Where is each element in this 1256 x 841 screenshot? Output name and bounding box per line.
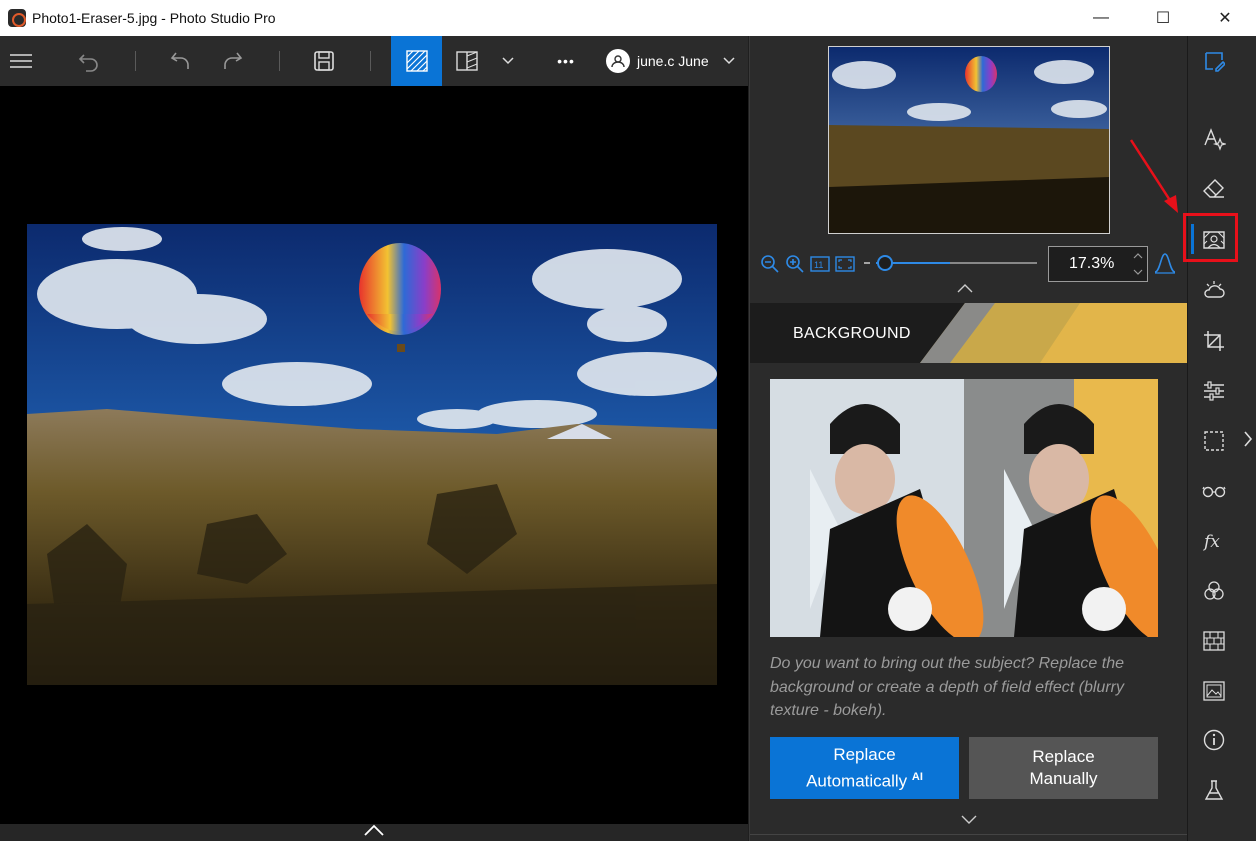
- section-description: Do you want to bring out the subject? Re…: [770, 655, 1124, 719]
- adjust-tool[interactable]: [1201, 378, 1227, 404]
- minimize-button[interactable]: —: [1070, 0, 1132, 36]
- zoom-out-icon[interactable]: [760, 254, 780, 274]
- replace-automatically-button[interactable]: Replace Automatically AI: [770, 737, 959, 799]
- fit-screen-icon[interactable]: [835, 256, 855, 272]
- window-title: Photo1-Eraser-5.jpg - Photo Studio Pro: [32, 10, 276, 26]
- edit-note-icon: [1205, 52, 1225, 72]
- ai-badge: AI: [911, 770, 923, 783]
- filmstrip-toggle[interactable]: [0, 824, 748, 841]
- main-photo: [27, 224, 717, 685]
- app-logo-icon: [8, 9, 26, 27]
- split-view-icon: [456, 51, 478, 71]
- undo-all-button[interactable]: [72, 36, 106, 86]
- text-tool[interactable]: [1201, 126, 1227, 152]
- zoom-controls: 11 17.3%: [750, 242, 1188, 282]
- sliders-icon: [1204, 381, 1224, 401]
- chevron-right-icon: [1244, 431, 1253, 447]
- close-button[interactable]: ✕: [1194, 0, 1256, 36]
- retouch-tool[interactable]: [1201, 478, 1227, 504]
- zoom-slider[interactable]: [862, 254, 1042, 272]
- sky-tool[interactable]: [1201, 277, 1227, 303]
- flask-icon: [1204, 780, 1224, 800]
- background-preview-image: [770, 379, 1158, 637]
- info-icon: [1203, 729, 1225, 751]
- save-icon: [314, 51, 334, 71]
- zoom-in-icon[interactable]: [785, 254, 805, 274]
- hamburger-icon: [10, 54, 32, 68]
- info-tool[interactable]: [1201, 727, 1227, 753]
- background-section-header[interactable]: BACKGROUND: [750, 303, 1188, 363]
- undo-button[interactable]: [163, 36, 197, 86]
- chevron-down-icon: [723, 57, 735, 65]
- chevron-up-icon: [364, 824, 384, 836]
- user-account[interactable]: june.c June: [606, 36, 735, 86]
- split-view-dropdown[interactable]: [497, 36, 519, 86]
- chevron-down-icon[interactable]: [959, 814, 979, 826]
- eraser-icon: [1203, 179, 1224, 198]
- selection-icon: [1204, 431, 1224, 451]
- tools-sidebar: fx: [1187, 36, 1239, 841]
- eraser-tool[interactable]: [1201, 176, 1227, 202]
- expand-panel-handle[interactable]: [1239, 36, 1256, 841]
- selection-tool[interactable]: [1201, 428, 1227, 454]
- redo-icon: [224, 52, 243, 69]
- highlight-box: [1183, 213, 1238, 262]
- image-frame-icon: [1203, 681, 1225, 701]
- actual-size-icon[interactable]: 11: [810, 256, 830, 272]
- color-tool[interactable]: [1201, 578, 1227, 604]
- image-tool[interactable]: [1201, 678, 1227, 704]
- undo-all-icon: [78, 54, 98, 72]
- properties-panel: 11 17.3% BACKGROUND Do you want to bring…: [749, 36, 1188, 841]
- brick-wall-icon: [1203, 631, 1225, 651]
- effects-tool[interactable]: fx: [1201, 528, 1227, 554]
- text-sparkle-icon: [1204, 128, 1226, 151]
- user-avatar-icon: [606, 49, 630, 73]
- hatched-view-icon: [405, 50, 428, 72]
- crop-icon: [1204, 331, 1224, 351]
- maximize-button[interactable]: ☐: [1132, 0, 1194, 36]
- histogram-icon[interactable]: [1154, 252, 1176, 274]
- zoom-value-input[interactable]: 17.3%: [1048, 246, 1148, 282]
- svg-text:fx: fx: [1202, 532, 1220, 552]
- section-title: BACKGROUND: [793, 325, 911, 342]
- crop-tool[interactable]: [1201, 328, 1227, 354]
- more-button[interactable]: •••: [548, 36, 584, 86]
- main-toolbar: ••• june.c June: [0, 36, 748, 86]
- annotation-arrow-icon: [1129, 139, 1178, 213]
- save-button[interactable]: [307, 36, 341, 86]
- labs-tool[interactable]: [1201, 777, 1227, 803]
- zoom-stepper-icon: [1133, 253, 1143, 275]
- svg-text:11: 11: [814, 260, 823, 270]
- title-bar: Photo1-Eraser-5.jpg - Photo Studio Pro —…: [0, 0, 1256, 36]
- chevron-down-icon: [502, 57, 514, 65]
- glasses-icon: [1202, 486, 1226, 498]
- navigator-thumbnail[interactable]: [828, 46, 1110, 234]
- replace-manually-button[interactable]: Replace Manually: [969, 737, 1158, 799]
- chevron-up-icon[interactable]: [955, 282, 975, 294]
- color-circles-icon: [1204, 581, 1224, 600]
- user-name: june.c June: [637, 53, 709, 69]
- notes-tool[interactable]: [1201, 48, 1227, 74]
- view-original-button[interactable]: [391, 36, 442, 86]
- texture-tool[interactable]: [1201, 628, 1227, 654]
- menu-button[interactable]: [4, 36, 38, 86]
- fx-icon: fx: [1202, 532, 1220, 552]
- cloud-sun-icon: [1204, 281, 1225, 298]
- split-view-button[interactable]: [451, 36, 483, 86]
- redo-button[interactable]: [216, 36, 250, 86]
- undo-icon: [170, 52, 189, 69]
